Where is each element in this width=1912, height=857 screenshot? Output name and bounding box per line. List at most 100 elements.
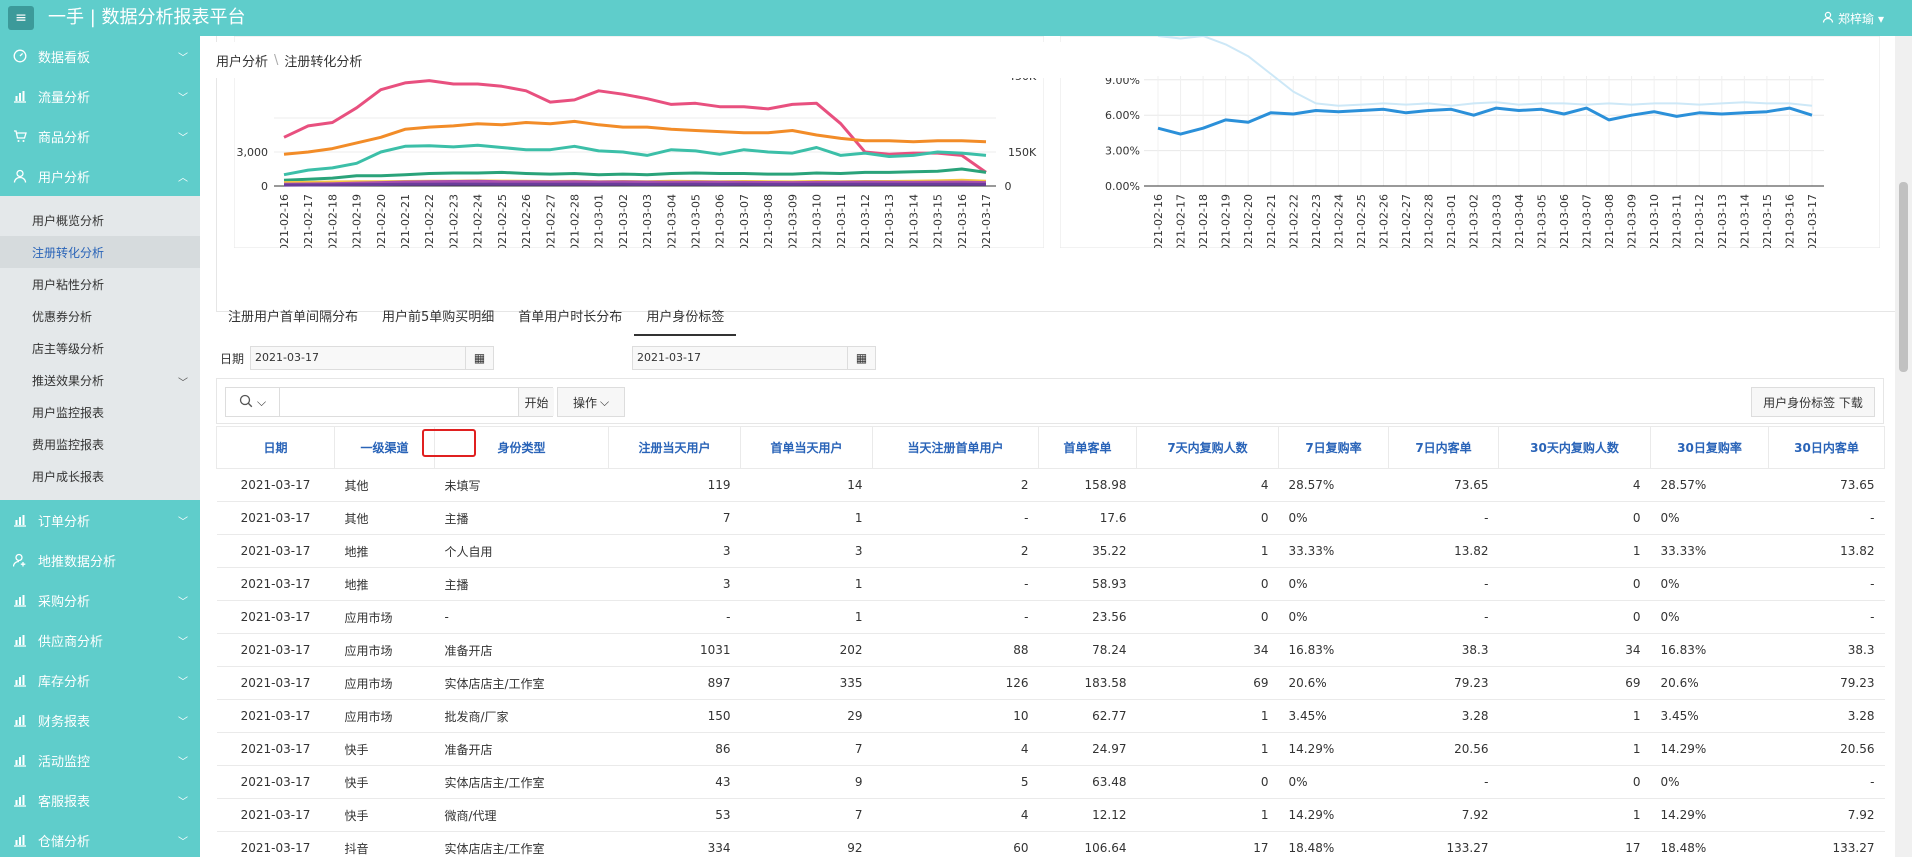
table-cell: 2021-03-17 xyxy=(216,732,335,766)
sidebar-subitem-4[interactable]: 店主等级分析 xyxy=(0,332,200,364)
date-from-picker[interactable]: 2021-03-17 ▦ xyxy=(250,346,495,370)
sidebar-item-2[interactable]: 商品分析 ﹀ xyxy=(0,116,200,156)
sidebar-item-after-4[interactable]: 库存分析 ﹀ xyxy=(0,660,200,700)
date-from-value: 2021-03-17 xyxy=(255,351,319,364)
column-header[interactable]: 7日内客单 xyxy=(1388,426,1499,469)
sidebar-subitem-5[interactable]: 推送效果分析 ﹀ xyxy=(0,364,200,396)
table-cell: 2021-03-17 xyxy=(216,765,335,799)
x-tick-label: 2021-02-21 xyxy=(1265,194,1278,248)
column-header[interactable]: 注册当天用户 xyxy=(608,426,741,469)
sidebar-subitem-3[interactable]: 优惠券分析 xyxy=(0,300,200,332)
sidebar-subitem-2[interactable]: 用户粘性分析 xyxy=(0,268,200,300)
tab-0[interactable]: 注册用户首单间隔分布 xyxy=(216,300,370,336)
sidebar-item-after-5[interactable]: 财务报表 ﹀ xyxy=(0,700,200,740)
sidebar-item-after-1[interactable]: 地推数据分析 xyxy=(0,540,200,580)
sidebar-item-3[interactable]: 用户分析 ︿ xyxy=(0,156,200,196)
table-cell: 快手 xyxy=(334,798,435,832)
tab-1[interactable]: 用户前5单购买明细 xyxy=(370,300,506,336)
sidebar-subitem-6[interactable]: 用户监控报表 xyxy=(0,396,200,428)
table-cell: 58.93 xyxy=(1038,567,1137,601)
sidebar-submenu: 用户概览分析 注册转化分析 用户粘性分析 优惠券分析 店主等级分析 推送效果分析 ﹀ 用户监控… xyxy=(0,196,200,500)
date-to-picker[interactable]: 2021-03-17 ▦ xyxy=(632,346,877,370)
table-cell: 应用市场 xyxy=(334,699,435,733)
date-label: 日期 xyxy=(220,351,245,366)
column-header[interactable]: 7日复购率 xyxy=(1278,426,1389,469)
sidebar-item-after-0[interactable]: 订单分析 ﹀ xyxy=(0,500,200,540)
table-cell: 2 xyxy=(872,468,1039,502)
column-header[interactable]: 首单当天用户 xyxy=(740,426,873,469)
calendar-icon[interactable]: ▦ xyxy=(465,347,493,369)
column-header[interactable]: 30日内客单 xyxy=(1768,426,1885,469)
x-tick-label: 2021-03-09 xyxy=(786,194,799,248)
sidebar-item-after-7[interactable]: 客服报表 ﹀ xyxy=(0,780,200,820)
table-cell: 2021-03-17 xyxy=(216,633,335,667)
sidebar-item-after-8[interactable]: 仓储分析 ﹀ xyxy=(0,820,200,857)
search-input[interactable] xyxy=(281,388,511,416)
column-header[interactable]: 日期 xyxy=(216,426,335,469)
table-cell: 1 xyxy=(1136,699,1279,733)
table-cell: - xyxy=(872,567,1039,601)
sidebar-subitem-0[interactable]: 用户概览分析 xyxy=(0,204,200,236)
bar-chart-icon xyxy=(12,632,28,648)
app-title: 一手 | 数据分析报表平台 xyxy=(48,7,246,28)
sidebar-subitem-7[interactable]: 费用监控报表 xyxy=(0,428,200,460)
sidebar-item-label: 订单分析 xyxy=(38,514,91,530)
sidebar-item-after-6[interactable]: 活动监控 ﹀ xyxy=(0,740,200,780)
breadcrumb-parent[interactable]: 用户分析 xyxy=(216,51,268,70)
x-tick-label: 2021-02-28 xyxy=(568,194,581,248)
column-header[interactable]: 当天注册首单用户 xyxy=(872,426,1039,469)
sidebar-item-after-3[interactable]: 供应商分析 ﹀ xyxy=(0,620,200,660)
sidebar-item-0[interactable]: 数据看板 ﹀ xyxy=(0,36,200,76)
download-button[interactable]: 用户身份标签 下载 xyxy=(1751,387,1875,417)
table-cell: 14.29% xyxy=(1278,798,1389,832)
page-scrollbar[interactable] xyxy=(1895,36,1912,857)
column-header[interactable]: 7天内复购人数 xyxy=(1136,426,1279,469)
x-tick-label: 2021-03-02 xyxy=(617,194,630,248)
table-toolbar: ⌵ 开始 操作 ⌵ 用户身份标签 下载 xyxy=(216,378,1884,424)
table-cell: 126 xyxy=(872,666,1039,700)
search-field-dropdown[interactable]: ⌵ xyxy=(226,388,280,416)
table-cell: 88 xyxy=(872,633,1039,667)
sidebar-subitem-8[interactable]: 用户成长报表 xyxy=(0,460,200,492)
user-menu[interactable]: 郑梓瑜 ▾ xyxy=(1822,10,1884,27)
chevron-down-icon: ﹀ xyxy=(178,133,188,144)
start-button[interactable]: 开始 xyxy=(518,388,554,416)
column-header[interactable]: 首单客单 xyxy=(1038,426,1137,469)
table-cell: 0 xyxy=(1136,765,1279,799)
table-cell: 53 xyxy=(608,798,741,832)
table-row: 2021-03-17 应用市场 - -1-23.56 0 0% -0 0% - xyxy=(216,600,1885,634)
x-tick-label: 2021-02-27 xyxy=(544,194,557,248)
sidebar-item-after-2[interactable]: 采购分析 ﹀ xyxy=(0,580,200,620)
column-header[interactable]: 一级渠道 xyxy=(334,426,435,469)
table-cell: 实体店店主/工作室 xyxy=(434,765,609,799)
table-cell: 0 xyxy=(1136,600,1279,634)
table-cell: - xyxy=(608,600,741,634)
sidebar-item-label: 库存分析 xyxy=(38,674,91,690)
column-header[interactable]: 30天内复购人数 xyxy=(1498,426,1651,469)
table-row: 2021-03-17 快手 准备开店 86 7 4 24.97 1 14.29% 20.56 1 14… xyxy=(216,732,1885,766)
tab-3[interactable]: 用户身份标签 xyxy=(634,300,737,336)
sidebar-item-1[interactable]: 流量分析 ﹀ xyxy=(0,76,200,116)
highlight-box xyxy=(422,429,476,457)
bar-chart-icon xyxy=(12,512,28,528)
tab-2[interactable]: 首单用户时长分布 xyxy=(506,300,634,336)
table-cell: 16.83% xyxy=(1278,633,1389,667)
sidebar-item-label: 地推数据分析 xyxy=(38,554,117,570)
sidebar-item-label: 财务报表 xyxy=(38,714,91,730)
sidebar-item-label: 用户分析 xyxy=(38,170,91,186)
bar-chart-icon xyxy=(12,792,28,808)
calendar-icon[interactable]: ▦ xyxy=(847,347,875,369)
table-cell: - xyxy=(1768,765,1885,799)
table-cell: 14.29% xyxy=(1278,732,1389,766)
operations-dropdown-button[interactable]: 操作 ⌵ xyxy=(557,387,625,417)
table-cell: 3.45% xyxy=(1278,699,1389,733)
x-tick-label: 2021-02-22 xyxy=(1287,194,1300,248)
scrollbar-thumb[interactable] xyxy=(1899,182,1908,372)
table-cell: 133.27 xyxy=(1388,831,1499,857)
table-cell: 73.65 xyxy=(1768,468,1885,502)
table-cell: 个人自用 xyxy=(434,534,609,568)
menu-toggle-button[interactable]: ≡ xyxy=(8,6,34,30)
sidebar-subitem-1[interactable]: 注册转化分析 xyxy=(0,236,200,268)
column-header[interactable]: 30日复购率 xyxy=(1650,426,1769,469)
sidebar-item-label: 供应商分析 xyxy=(38,634,104,650)
